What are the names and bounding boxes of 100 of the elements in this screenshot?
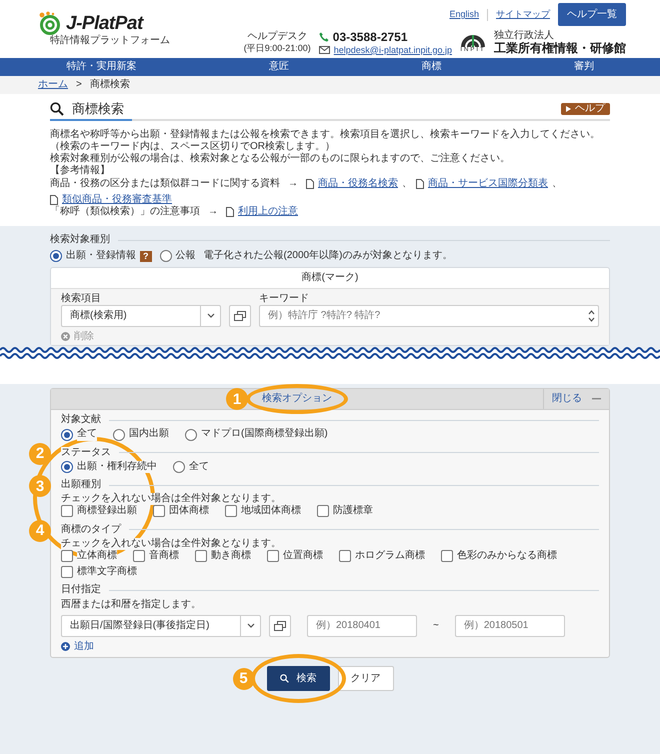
separator-text: 、 [552,178,562,190]
radio-button[interactable] [173,460,185,473]
windows-icon [234,310,246,321]
arrow-text: → [208,206,218,218]
keyword-field[interactable]: 例）特許庁 ?特許? 特許? [259,304,599,327]
checkbox[interactable] [441,550,453,562]
section-label: 検索対象種別 [50,234,110,246]
help-badge[interactable]: ヘルプ [561,102,610,115]
nav-tab[interactable]: 意匠 [202,58,355,76]
reference-label: 「称呼（類似検索）」の注意事項 [50,206,200,218]
windows-icon [274,620,286,631]
document-icon [306,178,314,189]
checkbox-label: ホログラム商標 [355,550,425,562]
document-icon [50,194,58,205]
radio-label: マドプロ(国際商標登録出願) [201,428,328,441]
delete-icon[interactable] [61,332,70,342]
nav-tab[interactable]: 審判 [508,58,660,76]
expand-button[interactable] [269,614,291,637]
checkbox-label: 音商標 [149,550,179,562]
radio-button[interactable] [185,428,197,441]
checkbox[interactable] [339,550,351,562]
date-type-select[interactable]: 出願日/国際登録日(事後指定日) [61,614,261,637]
breadcrumb-current: 商標検索 [90,78,130,91]
description-text: 検索対象種別が公報の場合は、検索対象となる公報が一部のものに限られますので、ご注意ください。 [50,153,511,164]
header-link[interactable]: サイトマップ [496,9,550,20]
search-icon [50,102,64,116]
radio-label: 出願・登録情報 [66,250,136,263]
radio-button[interactable] [61,460,73,473]
radio-button[interactable] [50,250,62,262]
radio-button[interactable] [113,428,125,441]
checkbox-label: 色彩のみからなる商標 [457,550,557,562]
reference-link[interactable]: 商品・サービス国際分類表 [428,178,548,190]
search-icon [280,674,288,683]
breadcrumb-separator: > [76,78,82,91]
separator-text: 、 [402,178,412,190]
radio-label: 全て [189,460,209,474]
logo-text: J-PlatPat [66,14,143,33]
header-link[interactable]: English [449,9,479,20]
annotation-number: 3 [29,475,51,498]
reference-link[interactable]: 類似商品・役務審査基準 [62,194,172,206]
radio-button[interactable] [160,250,172,262]
breadcrumb-link[interactable]: ホーム [38,78,68,91]
section-label: 出願種別 [61,479,101,492]
expand-button[interactable] [229,304,251,327]
helpdesk-hours: (平日9:00-21:00) [244,43,311,54]
date-from-field[interactable]: 例）20180401 [307,614,417,637]
logo-icon [38,11,62,36]
search-item-select[interactable]: 商標(検索用) [61,304,221,327]
nav-tab[interactable]: 特許・実用新案 [0,58,202,76]
helpdesk-label: ヘルプデスク [247,31,308,44]
clear-button[interactable]: クリア [338,666,394,691]
reference-link[interactable]: 商品・役務名検索 [318,178,398,190]
email-link[interactable]: helpdesk@i-platpat.inpit.go.jp [334,44,452,56]
description-text: 【参考情報】 [50,165,111,178]
range-separator: ~ [433,620,439,632]
checkbox-label: 商標登録出願 [77,505,137,518]
radio-button[interactable] [61,428,73,441]
checkbox[interactable] [153,505,165,518]
annotation-number: 5 [232,668,254,690]
add-link[interactable]: 追加 [74,640,94,653]
field-label: 検索項目 [61,292,102,305]
annotation-number: 1 [226,388,248,410]
checkbox[interactable] [133,550,145,562]
checkbox[interactable] [267,550,279,562]
org-name: 工業所有権情報・研修館 [494,42,626,56]
radio-label: 出願・権利存続中 [77,460,157,474]
reference-label: 商品・役務の区分または類似群コードに関する資料 [50,178,280,190]
phone-number: 03-3588-2751 [332,30,408,45]
note-text: 電子化された公報(2000年以降)のみが対象となります。 [204,250,452,263]
checkbox[interactable] [317,505,329,518]
radio-label: 全て [77,428,97,441]
search-button[interactable]: 検索 [266,666,330,691]
phone-icon [318,32,329,42]
checkbox[interactable] [225,505,237,518]
close-link[interactable]: 閉じる [552,393,582,406]
document-icon [226,207,234,218]
checkbox-label: 立体商標 [77,550,117,562]
checkbox[interactable] [61,566,73,578]
section-label: ステータス [61,446,111,459]
org-type: 独立行政法人 [494,30,555,42]
logo-subtitle: 特許情報プラットフォーム [49,35,170,48]
description-text: 商標名や称呼等から出願・登録情報または公報を検索できます。検索項目を選択し、検索キーワードを入力してください。（検索のキーワード内は、スペース区切りでOR検索します。） [50,128,601,152]
caret-icon [206,313,214,318]
add-icon[interactable] [61,642,70,652]
checkbox-label: 動き商標 [211,550,251,562]
field-label: キーワード [259,292,310,305]
checkbox[interactable] [195,550,207,562]
annotation-number: 2 [29,442,51,465]
date-to-field[interactable]: 例）20180501 [454,614,565,637]
options-title[interactable]: 検索オプション [262,393,332,404]
caret-icon [246,623,254,628]
help-list-button[interactable]: ヘルプ一覧 [558,3,626,26]
minus-icon[interactable] [592,398,601,400]
checkbox-label: 位置商標 [283,550,323,562]
checkbox[interactable] [61,505,73,518]
reference-link[interactable]: 利用上の注意 [238,206,298,218]
help-mark[interactable]: ? [140,250,152,262]
radio-label: 国内出願 [129,428,169,441]
nav-tab[interactable]: 商標 [355,58,508,76]
checkbox[interactable] [61,550,73,562]
